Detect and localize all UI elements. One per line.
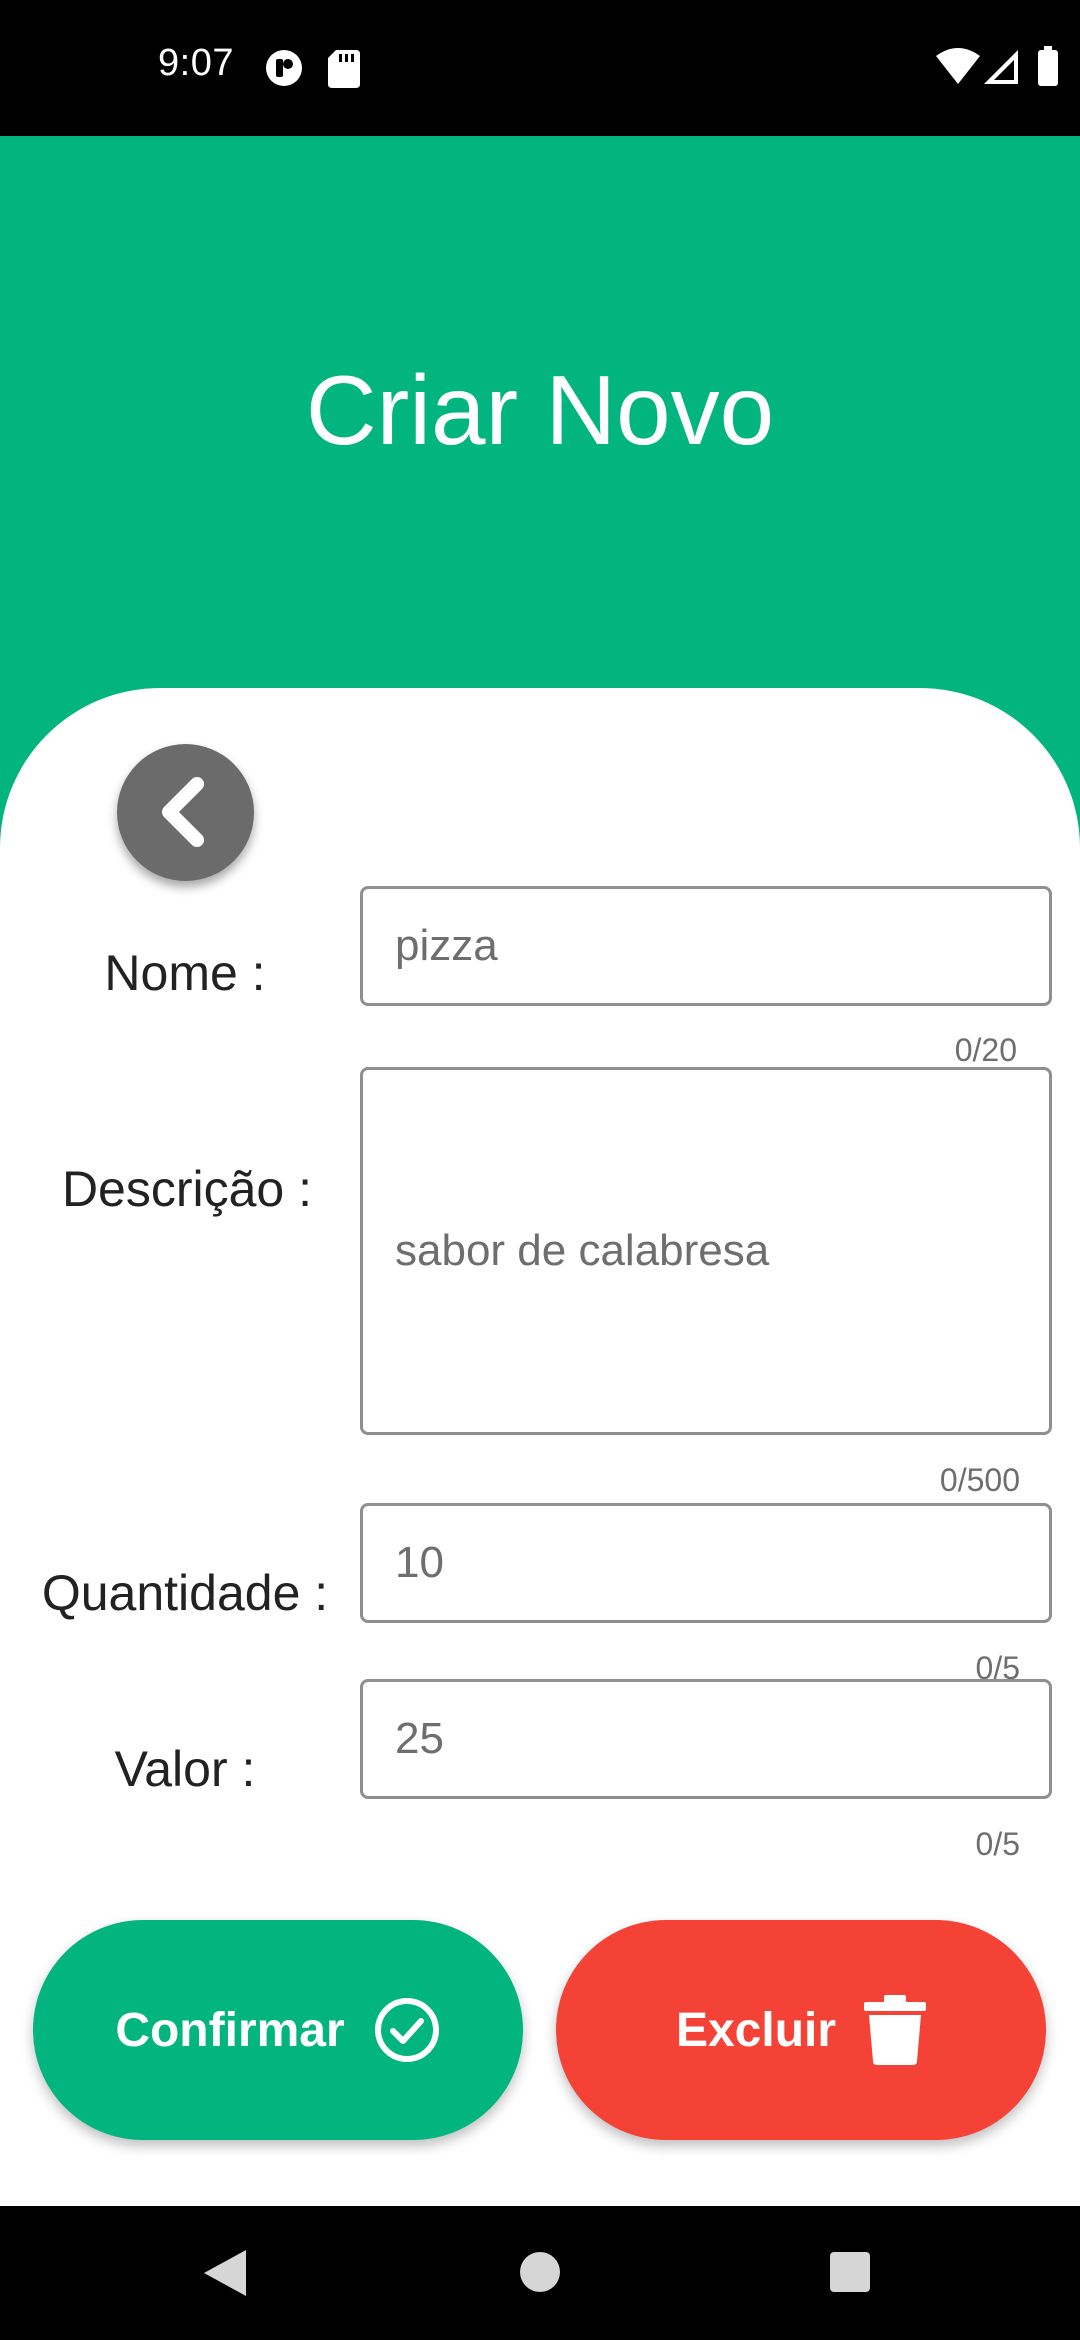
status-time: 9:07: [158, 42, 234, 84]
sd-card-icon: [328, 50, 360, 93]
descricao-input[interactable]: sabor de calabresa: [360, 1067, 1052, 1435]
privacy-icon: [264, 48, 304, 93]
trash-icon: [864, 1995, 927, 2065]
valor-label: Valor :: [114, 1741, 256, 1797]
quantidade-label: Quantidade :: [41, 1565, 329, 1621]
delete-button[interactable]: Excluir: [556, 1920, 1046, 2140]
screen: 9:07 Criar Novo Nome: pizza 0/20 Descri…: [0, 0, 1080, 2340]
check-circle-icon: [374, 1998, 439, 2062]
back-triangle-icon[interactable]: [204, 2250, 246, 2301]
cellular-signal-icon: [984, 50, 1018, 89]
battery-icon: [1038, 46, 1058, 91]
delete-button-label: Excluir: [675, 2003, 837, 2057]
nome-value: pizza: [395, 921, 498, 970]
nav-bar: [0, 2206, 1080, 2340]
page-title: Criar Novo: [305, 355, 775, 465]
descricao-value: sabor de calabresa: [395, 1226, 770, 1275]
recents-square-icon[interactable]: [830, 2252, 870, 2297]
descricao-label: Descrição :: [61, 1161, 313, 1217]
valor-value: 25: [395, 1714, 444, 1763]
status-bar: 9:07: [0, 0, 1080, 136]
nome-label: Nome :: [104, 945, 266, 1001]
quantidade-value: 10: [395, 1538, 444, 1587]
valor-counter: 0/5: [975, 1826, 1020, 1862]
nome-input[interactable]: pizza: [360, 886, 1052, 1006]
back-button[interactable]: [117, 744, 254, 881]
home-circle-icon[interactable]: [520, 2252, 560, 2297]
confirm-button-label: Confirmar: [115, 2003, 345, 2057]
wifi-icon: [936, 48, 980, 89]
chevron-left-icon: [162, 777, 204, 847]
header: Criar Novo: [0, 136, 1080, 736]
valor-input[interactable]: 25: [360, 1679, 1052, 1799]
descricao-counter: 0/500: [939, 1462, 1020, 1498]
nome-counter: 0/20: [954, 1032, 1017, 1068]
confirm-button[interactable]: Confirmar: [33, 1920, 523, 2140]
quantidade-input[interactable]: 10: [360, 1503, 1052, 1623]
